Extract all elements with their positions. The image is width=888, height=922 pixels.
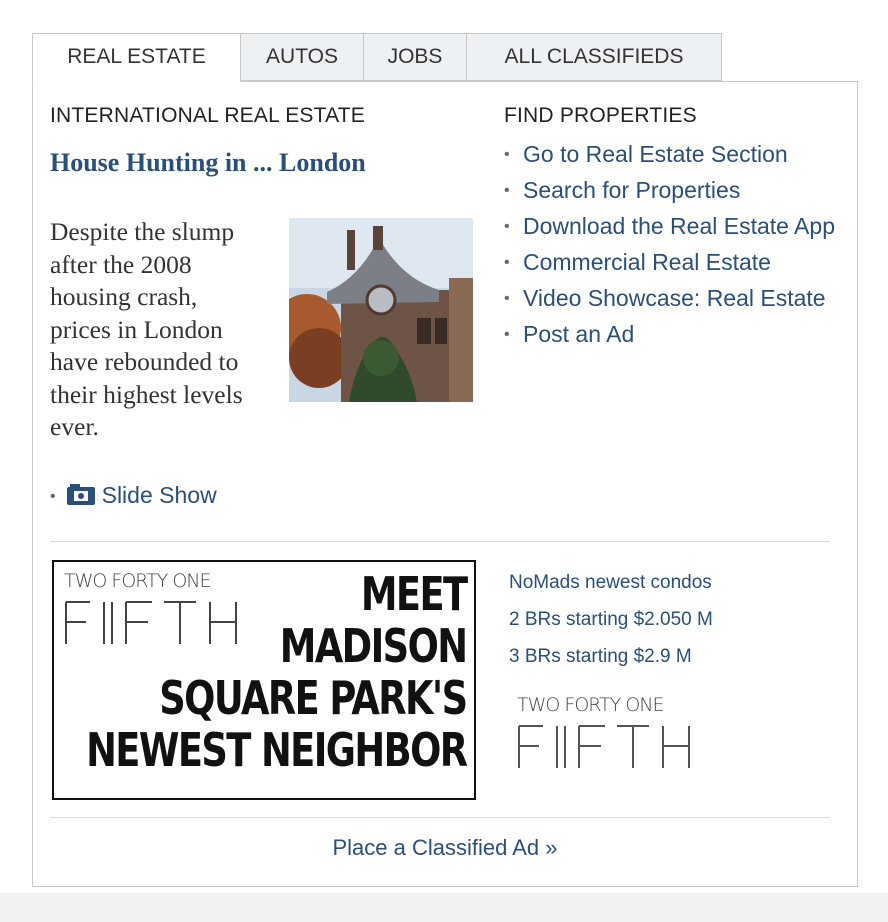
ad-headline-line: MEET [360, 567, 467, 621]
feature-kicker: INTERNATIONAL REAL ESTATE [50, 104, 365, 127]
link-post-ad[interactable]: • Post an Ad [504, 318, 849, 351]
link-label: Search for Properties [523, 177, 741, 203]
promo-line[interactable]: 3 BRs starting $2.9 M [509, 638, 713, 675]
link-download-app[interactable]: • Download the Real Estate App [504, 210, 849, 243]
ad-promo[interactable]: NoMads newest condos 2 BRs starting $2.0… [509, 564, 713, 675]
ad-headline: MEET MADISON SQUARE PARK'S NEWEST NEIGHB… [85, 567, 468, 777]
bullet-icon: • [504, 290, 510, 307]
tab-autos[interactable]: AUTOS [240, 33, 364, 81]
bullet-icon: • [504, 326, 510, 343]
slide-show-link[interactable]: • Slide Show [50, 482, 217, 509]
promo-brand-name: TWO FORTY ONE [517, 694, 665, 716]
promo-line[interactable]: 2 BRs starting $2.050 M [509, 601, 713, 638]
link-label: Video Showcase: Real Estate [523, 285, 826, 311]
find-properties-heading: FIND PROPERTIES [504, 104, 697, 127]
classifieds-panel: INTERNATIONAL REAL ESTATE House Hunting … [32, 81, 858, 887]
place-classified-ad-link[interactable]: Place a Classified Ad » [33, 835, 857, 861]
bullet-icon: • [504, 146, 510, 163]
link-search-properties[interactable]: • Search for Properties [504, 174, 849, 207]
bullet-icon: • [504, 254, 510, 271]
ad-headline-line: NEWEST NEIGHBOR [85, 723, 468, 777]
section-divider [50, 541, 830, 542]
bullet-icon: • [50, 487, 56, 505]
feature-headline[interactable]: House Hunting in ... London [50, 144, 380, 181]
ad-headline-line: MADISON [279, 619, 467, 673]
link-label: Download the Real Estate App [523, 213, 835, 239]
bullet-icon: • [504, 182, 510, 199]
slide-show-label: Slide Show [101, 482, 217, 508]
camera-icon [66, 484, 96, 506]
feature-photo[interactable] [289, 218, 473, 402]
link-commercial-real-estate[interactable]: • Commercial Real Estate [504, 246, 849, 279]
link-video-showcase[interactable]: • Video Showcase: Real Estate [504, 282, 849, 315]
link-label: Post an Ad [523, 321, 635, 347]
bullet-icon: • [504, 218, 510, 235]
tab-jobs[interactable]: JOBS [363, 33, 467, 81]
promo-line[interactable]: NoMads newest condos [509, 564, 713, 601]
find-properties-list: • Go to Real Estate Section • Search for P… [504, 138, 849, 354]
footer-divider [50, 817, 830, 818]
page-bottom-band [0, 893, 888, 922]
link-real-estate-section[interactable]: • Go to Real Estate Section [504, 138, 849, 171]
tab-real-estate[interactable]: REAL ESTATE [32, 33, 241, 82]
link-label: Commercial Real Estate [523, 249, 771, 275]
feature-summary: Despite the slump after the 2008 housing… [50, 217, 243, 441]
link-label: Go to Real Estate Section [523, 141, 788, 167]
promo-brand-logo[interactable] [517, 722, 697, 772]
ad-headline-line: SQUARE PARK'S [158, 671, 468, 725]
tab-all-classifieds[interactable]: ALL CLASSIFIEDS [466, 33, 722, 81]
ad-banner[interactable]: TWO FORTY ONE MEET MADISON SQUARE PARK'S… [52, 560, 476, 800]
